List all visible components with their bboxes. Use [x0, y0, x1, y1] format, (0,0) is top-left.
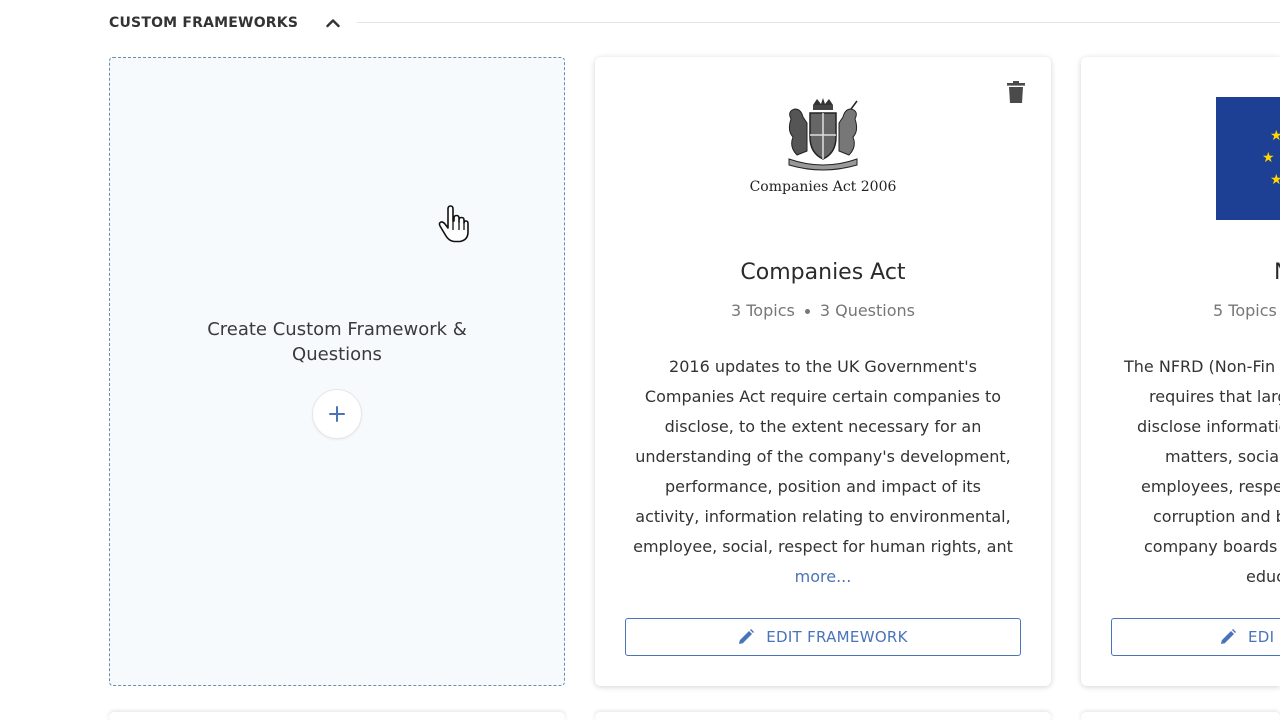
topics-count: 5 Topics: [1213, 301, 1277, 320]
framework-logo: Companies Act 2006: [595, 97, 1051, 195]
description-line: educ: [1246, 567, 1280, 586]
description-line: company boards: [1144, 537, 1278, 556]
framework-meta: 3 Topics 3 Questions: [595, 301, 1051, 320]
section-header: CUSTOM FRAMEWORKS: [109, 12, 1280, 34]
logo-caption: Companies Act 2006: [749, 179, 897, 195]
topics-count: 3 Topics: [730, 301, 795, 320]
edit-framework-button[interactable]: EDI: [1111, 618, 1280, 656]
eu-flag-icon: ★ ★ ★: [1216, 97, 1280, 220]
framework-meta: 5 Topics: [1213, 301, 1280, 320]
next-row-card: [109, 712, 565, 720]
section-title: CUSTOM FRAMEWORKS: [109, 15, 299, 31]
description-line: employees, respe: [1141, 477, 1280, 496]
framework-title: N: [1274, 260, 1280, 285]
description-text: 2016 updates to the UK Government's Comp…: [633, 357, 1013, 556]
collapse-button[interactable]: [322, 12, 344, 34]
royal-coat-of-arms-icon: [788, 98, 858, 171]
pencil-icon: [1221, 629, 1236, 644]
edit-framework-label: EDIT FRAMEWORK: [766, 628, 908, 646]
section-divider: [357, 22, 1280, 23]
description-line: requires that larg: [1149, 387, 1280, 406]
star-icon: ★: [1270, 128, 1280, 144]
framework-card-nfrd: ★ ★ ★ N 5 Topics The NFRD (Non-Fin requi…: [1081, 57, 1280, 686]
framework-description: 2016 updates to the UK Government's Comp…: [631, 352, 1015, 592]
description-line: The NFRD (Non-Fin: [1124, 357, 1276, 376]
pencil-icon: [739, 629, 755, 644]
description-line: corruption and b: [1153, 507, 1280, 526]
star-icon: ★: [1270, 172, 1280, 188]
edit-framework-button[interactable]: EDIT FRAMEWORK: [625, 618, 1021, 656]
next-row-card: [595, 712, 1051, 720]
next-row-card: [1081, 712, 1280, 720]
description-line: matters, social m: [1165, 447, 1280, 466]
create-custom-framework-card[interactable]: Create Custom Framework & Questions: [109, 57, 565, 686]
add-framework-button[interactable]: [312, 389, 362, 439]
create-card-label: Create Custom Framework & Questions: [207, 319, 467, 365]
questions-count: 3 Questions: [819, 301, 915, 320]
framework-card-companies-act: Companies Act 2006 Companies Act 3 Topic…: [595, 57, 1051, 686]
plus-icon: [329, 406, 345, 422]
framework-title: Companies Act: [740, 260, 906, 285]
edit-framework-label: EDI: [1248, 628, 1275, 646]
chevron-up-icon: [326, 19, 340, 28]
framework-description: The NFRD (Non-Fin requires that larg dis…: [1124, 352, 1280, 592]
description-line: disclose informatio: [1137, 417, 1280, 436]
separator-dot: [804, 309, 810, 314]
star-icon: ★: [1262, 150, 1275, 166]
more-link[interactable]: more...: [795, 567, 852, 586]
